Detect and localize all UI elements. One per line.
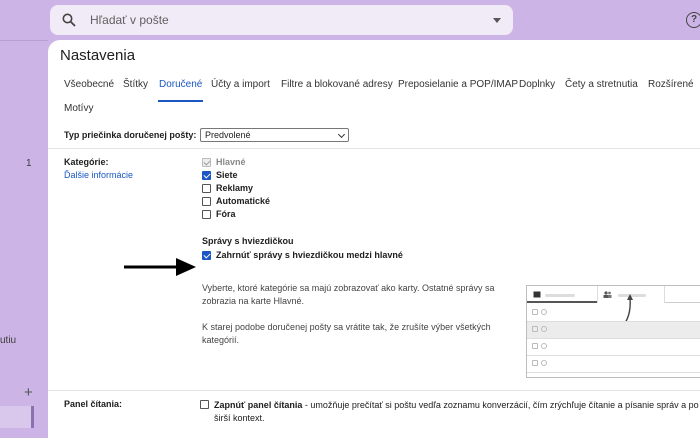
settings-panel: Nastavenia Všeobecné Štítky Doručené Účt…	[48, 40, 700, 438]
row-star-icon	[541, 326, 547, 332]
info-line: kategórií.	[202, 335, 240, 345]
divider	[527, 355, 700, 356]
info-line: Vyberte, ktoré kategórie sa majú zobrazo…	[202, 283, 495, 293]
row-checkbox-icon	[532, 309, 538, 315]
row-star-icon	[541, 360, 547, 366]
categories-info-text: Vyberte, ktoré kategórie sa majú zobrazo…	[202, 282, 495, 308]
search-icon[interactable]	[62, 13, 76, 27]
placeholder-bar	[545, 294, 575, 297]
reading-pane-label: Panel čítania:	[64, 399, 123, 409]
tab-advanced[interactable]: Rozšírené	[648, 79, 694, 90]
row-checkbox-icon	[532, 326, 538, 332]
include-starred-label[interactable]: Zahrnúť správy s hviezdičkou medzi hlavn…	[216, 250, 403, 260]
tab-chat-meet[interactable]: Čety a stretnutia	[565, 79, 638, 90]
inbox-type-select[interactable]: Predvolené	[200, 128, 349, 142]
chevron-down-icon	[337, 130, 346, 139]
starred-heading: Správy s hviezdičkou	[202, 236, 294, 246]
inbox-settings-content: Typ priečinka doručenej pošty: Predvolen…	[48, 120, 700, 438]
tab-filters[interactable]: Filtre a blokované adresy	[281, 79, 393, 90]
reading-pane-option[interactable]: Zapnúť panel čítania	[214, 400, 302, 410]
row-checkbox-icon	[532, 360, 538, 366]
checkbox-social[interactable]	[202, 171, 211, 180]
checkbox-updates[interactable]	[202, 197, 211, 206]
category-primary-label: Hlavné	[216, 157, 246, 167]
search-bar[interactable]: Hľadať v pošte	[50, 5, 513, 35]
add-label-icon[interactable]: +	[24, 384, 33, 401]
tab-accounts-import[interactable]: Účty a import	[211, 79, 270, 90]
inbox-type-value: Predvolené	[205, 130, 251, 140]
page-title: Nastavenia	[60, 47, 136, 64]
left-navigation-strip: 1 utiu +	[0, 0, 48, 438]
tab-general[interactable]: Všeobecné	[64, 79, 114, 90]
tab-inbox[interactable]: Doručené	[159, 79, 202, 90]
tab-labels[interactable]: Štítky	[123, 79, 148, 90]
people-icon	[603, 291, 612, 298]
illustration-tab	[527, 286, 597, 303]
category-promotions-label[interactable]: Reklamy	[216, 183, 253, 193]
row-checkbox-icon	[532, 343, 538, 349]
category-updates-label[interactable]: Automatické	[216, 196, 270, 206]
divider	[527, 372, 700, 373]
arrow-pointer-icon	[124, 258, 196, 276]
tab-themes[interactable]: Motívy	[64, 103, 93, 114]
reading-pane-option-desc-2: širší kontext.	[214, 413, 265, 423]
divider	[527, 338, 700, 339]
divider	[0, 40, 48, 41]
categories-reset-text: K starej podobe doručenej pošty sa vráti…	[202, 321, 491, 347]
learn-more-link[interactable]: Ďalšie informácie	[64, 170, 133, 180]
checkbox-promotions[interactable]	[202, 184, 211, 193]
illustration-highlight-row	[527, 321, 700, 338]
reading-pane-description: Zapnúť panel čítania - umožňuje prečítať…	[214, 399, 700, 425]
inbox-tabs-illustration	[526, 285, 700, 378]
category-social-label[interactable]: Siete	[216, 170, 238, 180]
nav-item-selected[interactable]	[0, 406, 34, 428]
info-line: zobrazia na karte Hlavné.	[202, 296, 305, 306]
inbox-type-label: Typ priečinka doručenej pošty:	[64, 130, 197, 140]
checkbox-include-starred[interactable]	[202, 251, 211, 260]
divider	[48, 390, 700, 391]
categories-label: Kategórie:	[64, 157, 109, 167]
search-input[interactable]: Hľadať v pošte	[90, 13, 493, 27]
category-forums-label[interactable]: Fóra	[216, 209, 236, 219]
checkbox-forums[interactable]	[202, 210, 211, 219]
help-icon[interactable]: ?	[686, 12, 700, 28]
nav-count: 1	[26, 158, 32, 169]
active-tab-indicator	[158, 100, 203, 102]
row-star-icon	[541, 309, 547, 315]
search-options-icon[interactable]	[493, 17, 501, 23]
row-star-icon	[541, 343, 547, 349]
tab-forwarding-pop-imap[interactable]: Preposielanie a POP/IMAP	[398, 79, 518, 90]
nav-label-fragment[interactable]: utiu	[0, 335, 16, 346]
checkbox-reading-pane[interactable]	[200, 400, 209, 409]
checkbox-primary	[202, 158, 211, 167]
reading-pane-option-desc: - umožňuje prečítať si poštu vedľa zozna…	[302, 400, 699, 410]
divider	[48, 148, 700, 149]
tab-addons[interactable]: Doplnky	[519, 79, 555, 90]
divider	[527, 321, 700, 322]
inbox-icon	[533, 291, 541, 298]
info-line: K starej podobe doručenej pošty sa vráti…	[202, 322, 491, 332]
